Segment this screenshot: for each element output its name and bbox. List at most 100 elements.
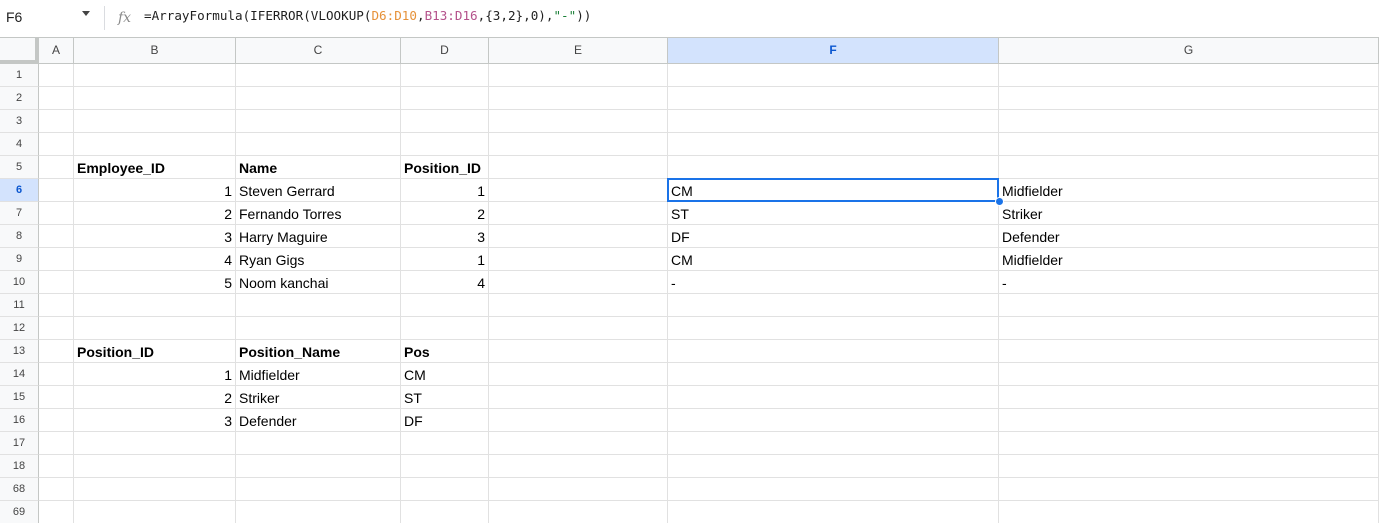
cell-g8[interactable]: Defender [999,225,1379,248]
cell-c68[interactable] [236,478,401,501]
row-header-10[interactable]: 10 [0,271,39,294]
cell-c1[interactable] [236,64,401,87]
cell-g12[interactable] [999,317,1379,340]
cell-e16[interactable] [489,409,668,432]
row-header-1[interactable]: 1 [0,64,39,87]
cell-f10[interactable]: - [668,271,999,294]
row-header-11[interactable]: 11 [0,294,39,317]
cell-b68[interactable] [74,478,236,501]
cell-c9[interactable]: Ryan Gigs [236,248,401,271]
row-header-6[interactable]: 6 [0,179,39,202]
cell-d17[interactable] [401,432,489,455]
cell-a12[interactable] [39,317,74,340]
cell-a8[interactable] [39,225,74,248]
cell-a68[interactable] [39,478,74,501]
cell-g17[interactable] [999,432,1379,455]
cell-d2[interactable] [401,87,489,110]
cell-b14[interactable]: 1 [74,363,236,386]
cell-e11[interactable] [489,294,668,317]
cell-b10[interactable]: 5 [74,271,236,294]
cell-b11[interactable] [74,294,236,317]
row-header-18[interactable]: 18 [0,455,39,478]
cell-d5[interactable]: Position_ID [401,156,489,179]
cell-d9[interactable]: 1 [401,248,489,271]
row-header-4[interactable]: 4 [0,133,39,156]
cell-d69[interactable] [401,501,489,523]
cell-b69[interactable] [74,501,236,523]
cell-e14[interactable] [489,363,668,386]
cell-d11[interactable] [401,294,489,317]
formula-input[interactable]: =ArrayFormula(IFERROR(VLOOKUP(D6:D10,B13… [144,6,591,26]
cell-d8[interactable]: 3 [401,225,489,248]
cell-c12[interactable] [236,317,401,340]
cell-f12[interactable] [668,317,999,340]
cell-f14[interactable] [668,363,999,386]
cell-e18[interactable] [489,455,668,478]
cell-a17[interactable] [39,432,74,455]
cell-f8[interactable]: DF [668,225,999,248]
cell-b4[interactable] [74,133,236,156]
cell-f6[interactable]: CM [668,179,999,202]
row-header-17[interactable]: 17 [0,432,39,455]
cell-g9[interactable]: Midfielder [999,248,1379,271]
cell-c5[interactable]: Name [236,156,401,179]
cell-g13[interactable] [999,340,1379,363]
cell-d13[interactable]: Pos [401,340,489,363]
cell-e3[interactable] [489,110,668,133]
cell-g7[interactable]: Striker [999,202,1379,225]
select-all-corner[interactable] [0,38,39,64]
cell-b15[interactable]: 2 [74,386,236,409]
row-header-9[interactable]: 9 [0,248,39,271]
cell-a69[interactable] [39,501,74,523]
cell-a9[interactable] [39,248,74,271]
cell-g18[interactable] [999,455,1379,478]
cell-d15[interactable]: ST [401,386,489,409]
cell-f69[interactable] [668,501,999,523]
cell-b2[interactable] [74,87,236,110]
cell-g6[interactable]: Midfielder [999,179,1379,202]
cell-f9[interactable]: CM [668,248,999,271]
cell-g14[interactable] [999,363,1379,386]
cell-a10[interactable] [39,271,74,294]
cell-a6[interactable] [39,179,74,202]
cell-b7[interactable]: 2 [74,202,236,225]
cell-e12[interactable] [489,317,668,340]
cell-f5[interactable] [668,156,999,179]
cell-c6[interactable]: Steven Gerrard [236,179,401,202]
cell-f1[interactable] [668,64,999,87]
cell-a1[interactable] [39,64,74,87]
cell-b16[interactable]: 3 [74,409,236,432]
cell-a4[interactable] [39,133,74,156]
cell-c14[interactable]: Midfielder [236,363,401,386]
cell-g16[interactable] [999,409,1379,432]
column-header-c[interactable]: C [236,38,401,63]
cell-b9[interactable]: 4 [74,248,236,271]
row-header-69[interactable]: 69 [0,501,39,523]
cell-d16[interactable]: DF [401,409,489,432]
cell-e13[interactable] [489,340,668,363]
cell-g4[interactable] [999,133,1379,156]
cell-e15[interactable] [489,386,668,409]
cell-d10[interactable]: 4 [401,271,489,294]
cell-f11[interactable] [668,294,999,317]
cell-f3[interactable] [668,110,999,133]
column-header-a[interactable]: A [39,38,74,63]
row-header-3[interactable]: 3 [0,110,39,133]
cell-g3[interactable] [999,110,1379,133]
cell-c17[interactable] [236,432,401,455]
row-header-12[interactable]: 12 [0,317,39,340]
column-header-e[interactable]: E [489,38,668,63]
cell-e8[interactable] [489,225,668,248]
cell-c10[interactable]: Noom kanchai [236,271,401,294]
cell-e6[interactable] [489,179,668,202]
column-header-d[interactable]: D [401,38,489,63]
cell-f18[interactable] [668,455,999,478]
cell-g15[interactable] [999,386,1379,409]
cell-c3[interactable] [236,110,401,133]
row-header-8[interactable]: 8 [0,225,39,248]
name-box[interactable]: F6 [6,6,66,28]
column-header-b[interactable]: B [74,38,236,63]
cell-b5[interactable]: Employee_ID [74,156,236,179]
cell-d14[interactable]: CM [401,363,489,386]
cell-e4[interactable] [489,133,668,156]
